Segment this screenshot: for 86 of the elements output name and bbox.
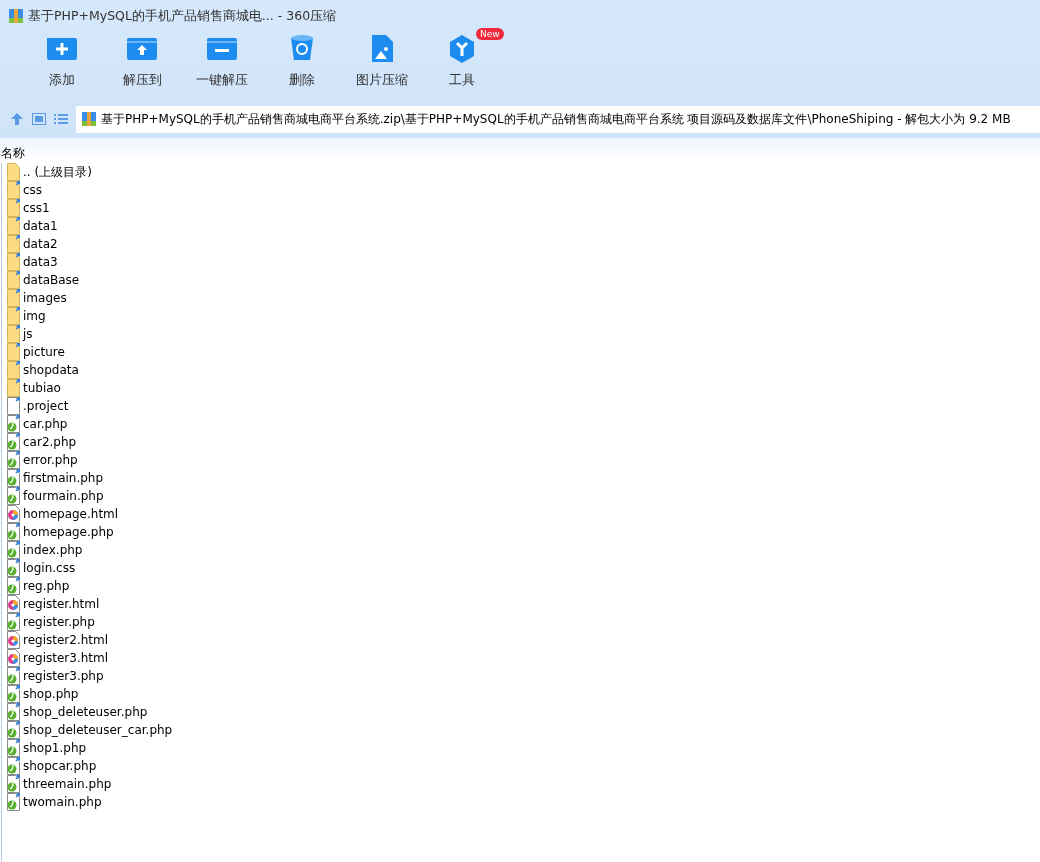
file-name[interactable]: fourmain.php <box>23 487 104 505</box>
toolbar-button[interactable]: 删除 <box>262 32 342 90</box>
file-name[interactable]: reg.php <box>23 577 70 595</box>
file-name[interactable]: car2.php <box>23 433 77 451</box>
up-arrow-icon[interactable] <box>10 112 24 126</box>
file-name[interactable]: shopdata <box>23 361 79 379</box>
folder-icon <box>6 217 20 235</box>
file-name[interactable]: register3.php <box>23 667 104 685</box>
folder-icon <box>6 325 20 343</box>
archive-icon <box>81 111 97 127</box>
file-name[interactable]: css <box>23 181 43 199</box>
php-file-icon <box>6 739 20 757</box>
file-name[interactable]: dataBase <box>23 271 80 289</box>
toolbar-button[interactable]: 一键解压 <box>182 32 262 90</box>
file-name[interactable]: css1 <box>23 199 50 217</box>
folder-icon <box>6 163 20 181</box>
window-title: 基于PHP+MySQL的手机产品销售商城电... - 360压缩 <box>28 6 337 25</box>
file-name[interactable]: homepage.html <box>23 505 119 523</box>
file-name[interactable]: twomain.php <box>23 793 102 811</box>
folder-icon <box>6 181 20 199</box>
php-file-icon <box>6 757 20 775</box>
php-file-icon <box>6 487 20 505</box>
file-name[interactable]: images <box>23 289 67 307</box>
folder-icon <box>6 271 20 289</box>
php-file-icon <box>6 541 20 559</box>
file-name[interactable]: register3.html <box>23 649 109 667</box>
folder-icon <box>6 379 20 397</box>
file-name[interactable]: register.php <box>23 613 95 631</box>
php-file-icon <box>6 685 20 703</box>
address-bar[interactable]: 基于PHP+MySQL的手机产品销售商城电商平台系统.zip\基于PHP+MySQL的手机产品销售商城电商平台系统 项目源码及数据库文件\PhoneShiping - 解包大小为 9.2 MB <box>76 105 1040 133</box>
file-name[interactable]: picture <box>23 343 65 361</box>
file-name[interactable]: homepage.php <box>23 523 114 541</box>
thumbnail-view-icon[interactable] <box>32 113 46 125</box>
php-file-icon <box>6 775 20 793</box>
file-name[interactable]: data2 <box>23 235 58 253</box>
toolbar-button[interactable]: 图片压缩 <box>342 32 422 90</box>
file-name[interactable]: img <box>23 307 46 325</box>
file-name[interactable]: shop.php <box>23 685 79 703</box>
file-name[interactable]: threemain.php <box>23 775 112 793</box>
folder-icon <box>6 235 20 253</box>
folder-icon <box>6 289 20 307</box>
file-name[interactable]: firstmain.php <box>23 469 104 487</box>
file-name[interactable]: car.php <box>23 415 68 433</box>
folder-icon <box>6 253 20 271</box>
file-name[interactable]: data3 <box>23 253 58 271</box>
php-file-icon <box>6 469 20 487</box>
html-file-icon <box>6 649 20 667</box>
folder-icon <box>6 307 20 325</box>
php-file-icon <box>6 451 20 469</box>
toolbar-button[interactable]: 添加 <box>22 32 102 90</box>
folder-icon <box>6 343 20 361</box>
file-name[interactable]: shop_deleteuser_car.php <box>23 721 173 739</box>
php-file-icon <box>6 721 20 739</box>
php-file-icon <box>6 613 20 631</box>
file-name[interactable]: shop1.php <box>23 739 87 757</box>
php-file-icon <box>6 577 20 595</box>
file-name[interactable]: error.php <box>23 451 78 469</box>
file-name[interactable]: .project <box>23 397 69 415</box>
file-name[interactable]: index.php <box>23 541 83 559</box>
html-file-icon <box>6 505 20 523</box>
php-file-icon <box>6 667 20 685</box>
php-file-icon <box>6 703 20 721</box>
php-file-icon <box>6 433 20 451</box>
file-name[interactable]: js <box>23 325 33 343</box>
file-name[interactable]: .. (上级目录) <box>23 163 92 181</box>
toolbar-button[interactable]: 解压到 <box>102 32 182 90</box>
file-name[interactable]: login.css <box>23 559 76 577</box>
archive-icon <box>8 8 24 24</box>
file-name[interactable]: shopcar.php <box>23 757 97 775</box>
column-header[interactable]: 名称 <box>1 146 25 160</box>
php-file-icon <box>6 523 20 541</box>
list-view-icon[interactable] <box>54 113 68 125</box>
folder-icon <box>6 361 20 379</box>
file-name[interactable]: shop_deleteuser.php <box>23 703 148 721</box>
html-file-icon <box>6 631 20 649</box>
file-name[interactable]: register.html <box>23 595 100 613</box>
html-file-icon <box>6 595 20 613</box>
file-icon <box>6 397 20 415</box>
new-badge: New <box>476 28 504 40</box>
file-name[interactable]: tubiao <box>23 379 61 397</box>
php-file-icon <box>6 559 20 577</box>
file-name[interactable]: register2.html <box>23 631 109 649</box>
php-file-icon <box>6 793 20 811</box>
file-name[interactable]: data1 <box>23 217 58 235</box>
php-file-icon <box>6 415 20 433</box>
folder-icon <box>6 199 20 217</box>
